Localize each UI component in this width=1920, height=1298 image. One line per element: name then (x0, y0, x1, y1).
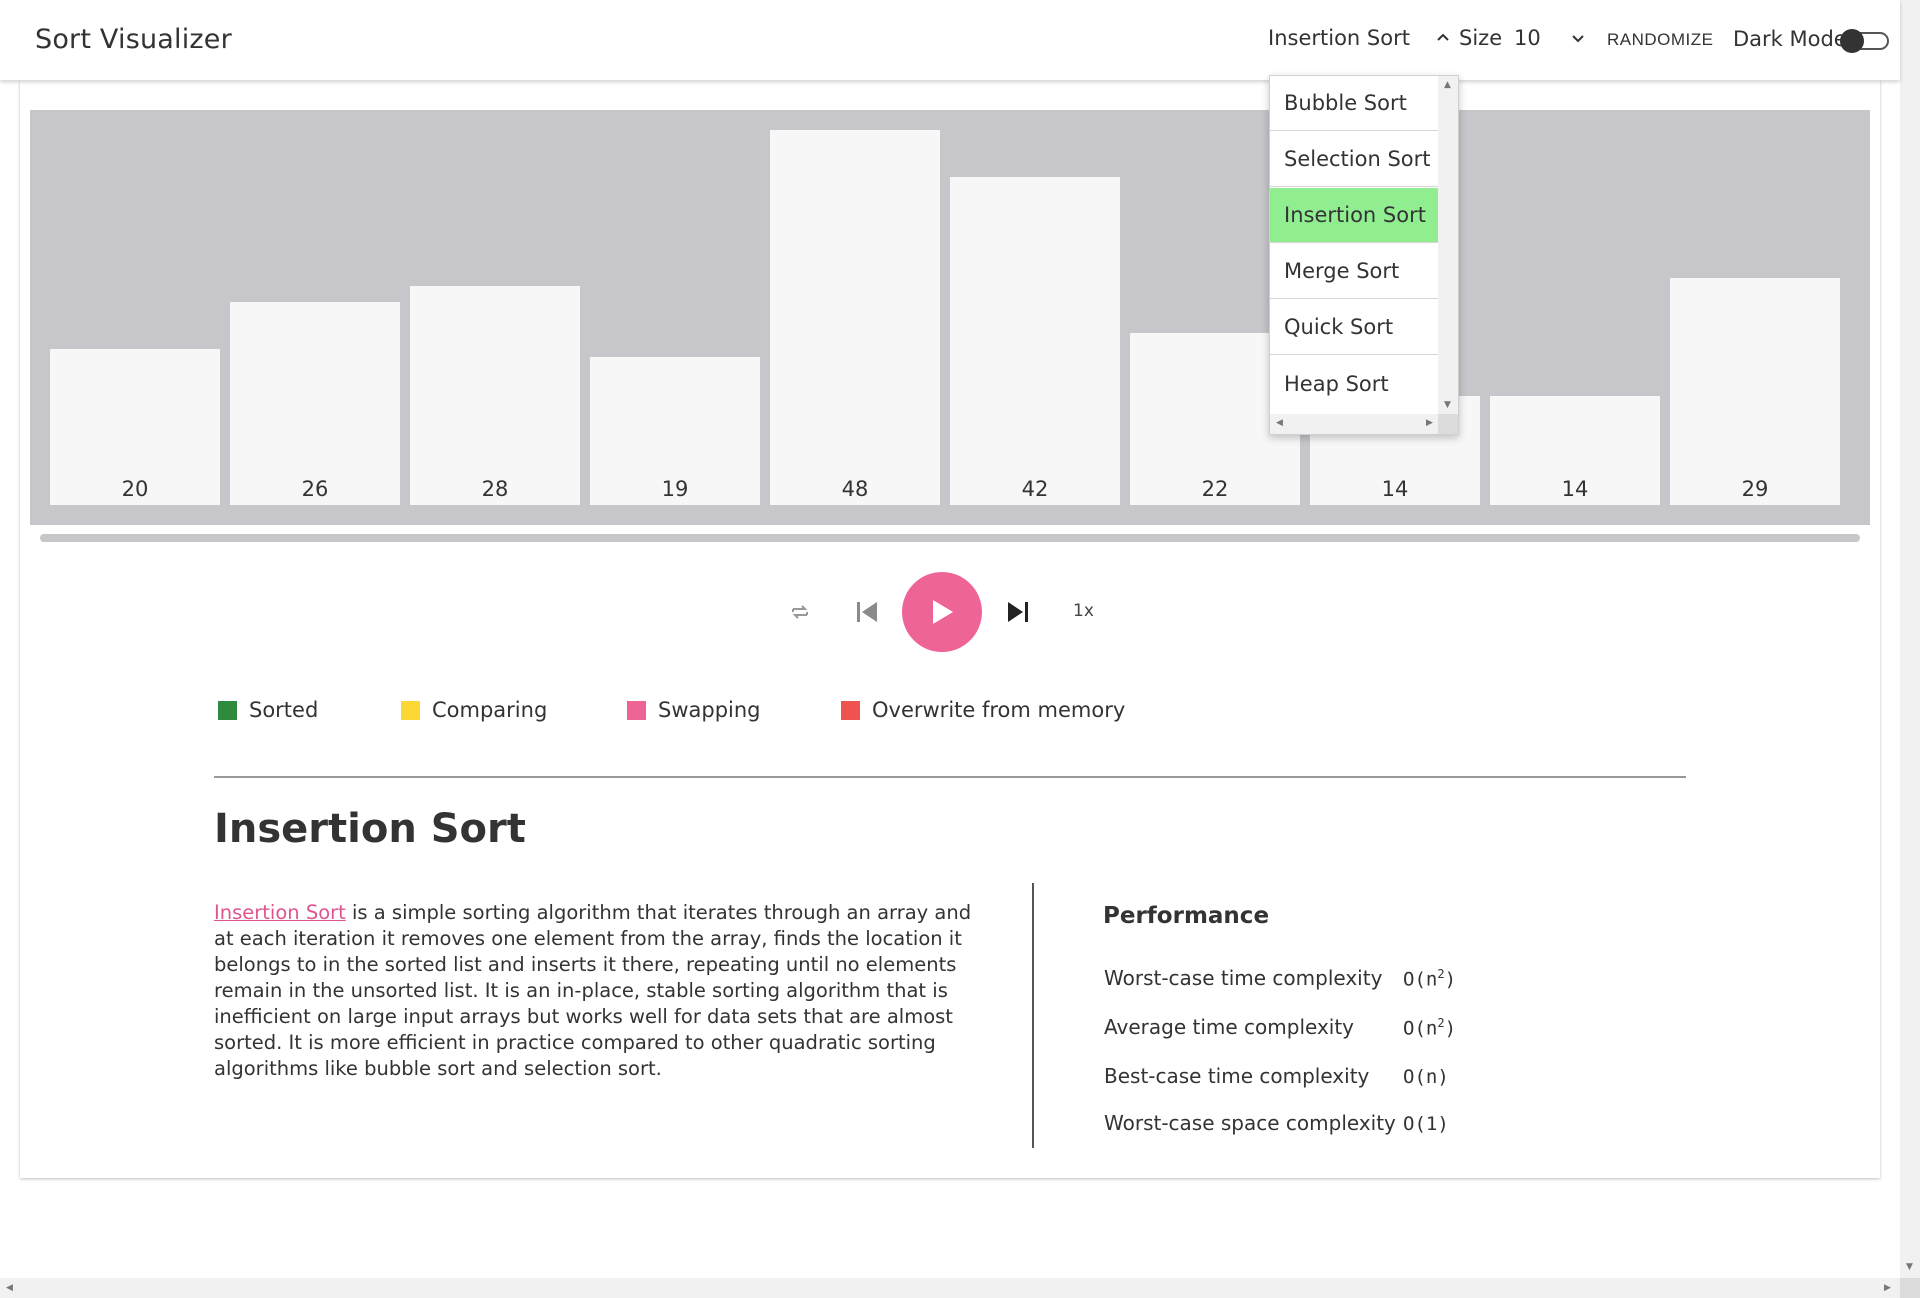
dropdown-option-selection-sort[interactable]: Selection Sort (1270, 132, 1438, 187)
array-bar: 20 (50, 349, 220, 505)
array-bar: 28 (410, 286, 580, 505)
array-bar-value: 14 (1381, 477, 1409, 501)
chevron-up-icon (1436, 27, 1450, 46)
array-bar: 14 (1490, 396, 1660, 505)
app-bar: Sort Visualizer Insertion Sort Size 10 R… (0, 0, 1900, 80)
dark-mode-toggle-knob[interactable] (1840, 29, 1864, 53)
array-bar-value: 20 (121, 477, 149, 501)
algorithm-select-value: Insertion Sort (1268, 26, 1410, 50)
array-bar: 19 (590, 357, 760, 505)
scroll-down-arrow-icon[interactable]: ▼ (1444, 400, 1451, 410)
page-scroll-corner (1900, 1278, 1920, 1298)
algorithm-dropdown-menu: Bubble Sort Selection Sort Insertion Sor… (1269, 75, 1459, 435)
vertical-divider (1032, 883, 1034, 1148)
perf-label-average-time: Average time complexity (1104, 1015, 1355, 1039)
array-bar: 29 (1670, 278, 1840, 505)
legend-swatch-sorted (218, 700, 237, 720)
algorithm-select[interactable]: Insertion Sort (1268, 26, 1450, 50)
app-title: Sort Visualizer (35, 24, 232, 55)
size-label: Size (1459, 26, 1503, 50)
legend-item-swapping: Swapping (627, 698, 761, 722)
skip-previous-icon (857, 602, 877, 622)
skip-next-icon (1008, 602, 1028, 622)
dropdown-option-quick-sort[interactable]: Quick Sort (1270, 300, 1438, 355)
bars-area: 20 26 28 19 48 42 22 14 14 29 (30, 110, 1870, 525)
scroll-right-arrow-icon[interactable]: ▶ (1426, 418, 1433, 428)
description-text: is a simple sorting algorithm that itera… (214, 901, 972, 1080)
array-bar-value: 48 (841, 477, 869, 501)
play-icon (933, 600, 953, 624)
legend-swatch-overwrite (841, 700, 860, 720)
chevron-down-icon (1571, 29, 1585, 48)
array-bar-value: 26 (301, 477, 329, 501)
legend-label: Overwrite from memory (872, 698, 1126, 722)
perf-value-worst-time: O(n2) (1403, 967, 1457, 991)
speed-button[interactable]: 1x (1073, 601, 1094, 621)
dropdown-option-insertion-sort[interactable]: Insertion Sort (1270, 188, 1438, 243)
page-vertical-scrollbar[interactable]: ▼ (1900, 0, 1920, 1278)
dropdown-option-merge-sort[interactable]: Merge Sort (1270, 244, 1438, 299)
array-bar-value: 42 (1021, 477, 1049, 501)
size-select[interactable]: 10 (1514, 26, 1585, 50)
randomize-button[interactable]: RANDOMIZE (1607, 30, 1714, 50)
perf-label-worst-time: Worst-case time complexity (1104, 966, 1383, 990)
step-back-button[interactable] (855, 600, 879, 624)
repeat-button[interactable] (788, 598, 812, 626)
perf-label-best-time: Best-case time complexity (1104, 1064, 1370, 1088)
array-bar-value: 28 (481, 477, 509, 501)
legend-label: Comparing (432, 698, 548, 722)
legend-swatch-swapping (627, 700, 646, 720)
play-button[interactable] (902, 572, 982, 652)
legend-item-overwrite: Overwrite from memory (841, 698, 1125, 722)
scroll-up-arrow-icon[interactable]: ▲ (1444, 80, 1451, 90)
dropdown-option-bubble-sort[interactable]: Bubble Sort (1270, 76, 1438, 131)
algorithm-wiki-link[interactable]: Insertion Sort (214, 901, 346, 924)
step-forward-button[interactable] (1006, 600, 1030, 624)
array-bar: 42 (950, 177, 1120, 505)
array-bar-value: 22 (1201, 477, 1229, 501)
progress-slider[interactable] (40, 534, 1860, 542)
scroll-left-arrow-icon[interactable]: ◀ (1276, 418, 1283, 428)
page-horizontal-scrollbar[interactable]: ◀ ▶ (0, 1278, 1900, 1298)
dropdown-scroll-corner (1438, 414, 1458, 434)
legend-label: Swapping (658, 698, 761, 722)
algorithm-heading: Insertion Sort (214, 806, 526, 852)
array-bar: 26 (230, 302, 400, 505)
repeat-icon (792, 605, 808, 619)
page-scroll-right-arrow-icon[interactable]: ▶ (1884, 1283, 1891, 1293)
dropdown-vertical-scrollbar[interactable]: ▲ ▼ (1438, 76, 1458, 416)
dropdown-horizontal-scrollbar[interactable]: ◀ ▶ (1270, 414, 1440, 434)
legend-item-sorted: Sorted (218, 698, 318, 722)
algorithm-description: Insertion Sort is a simple sorting algor… (214, 900, 974, 1082)
dropdown-option-heap-sort[interactable]: Heap Sort (1270, 356, 1438, 411)
perf-value-worst-space: O(1) (1403, 1113, 1449, 1135)
array-bar-value: 29 (1741, 477, 1769, 501)
array-bar-value: 19 (661, 477, 689, 501)
performance-title: Performance (1103, 903, 1270, 929)
perf-label-worst-space: Worst-case space complexity (1104, 1111, 1396, 1135)
legend-label: Sorted (249, 698, 319, 722)
section-divider (214, 776, 1686, 778)
legend-item-comparing: Comparing (401, 698, 547, 722)
size-select-value: 10 (1514, 26, 1541, 50)
perf-value-average-time: O(n2) (1403, 1016, 1457, 1040)
dark-mode-label: Dark Mode (1733, 27, 1847, 51)
array-bar-value: 14 (1561, 477, 1589, 501)
page-scroll-left-arrow-icon[interactable]: ◀ (6, 1283, 13, 1293)
perf-value-best-time: O(n) (1403, 1066, 1449, 1088)
array-bar: 48 (770, 130, 940, 505)
legend-swatch-comparing (401, 700, 420, 720)
page-scroll-down-arrow-icon[interactable]: ▼ (1906, 1262, 1913, 1272)
